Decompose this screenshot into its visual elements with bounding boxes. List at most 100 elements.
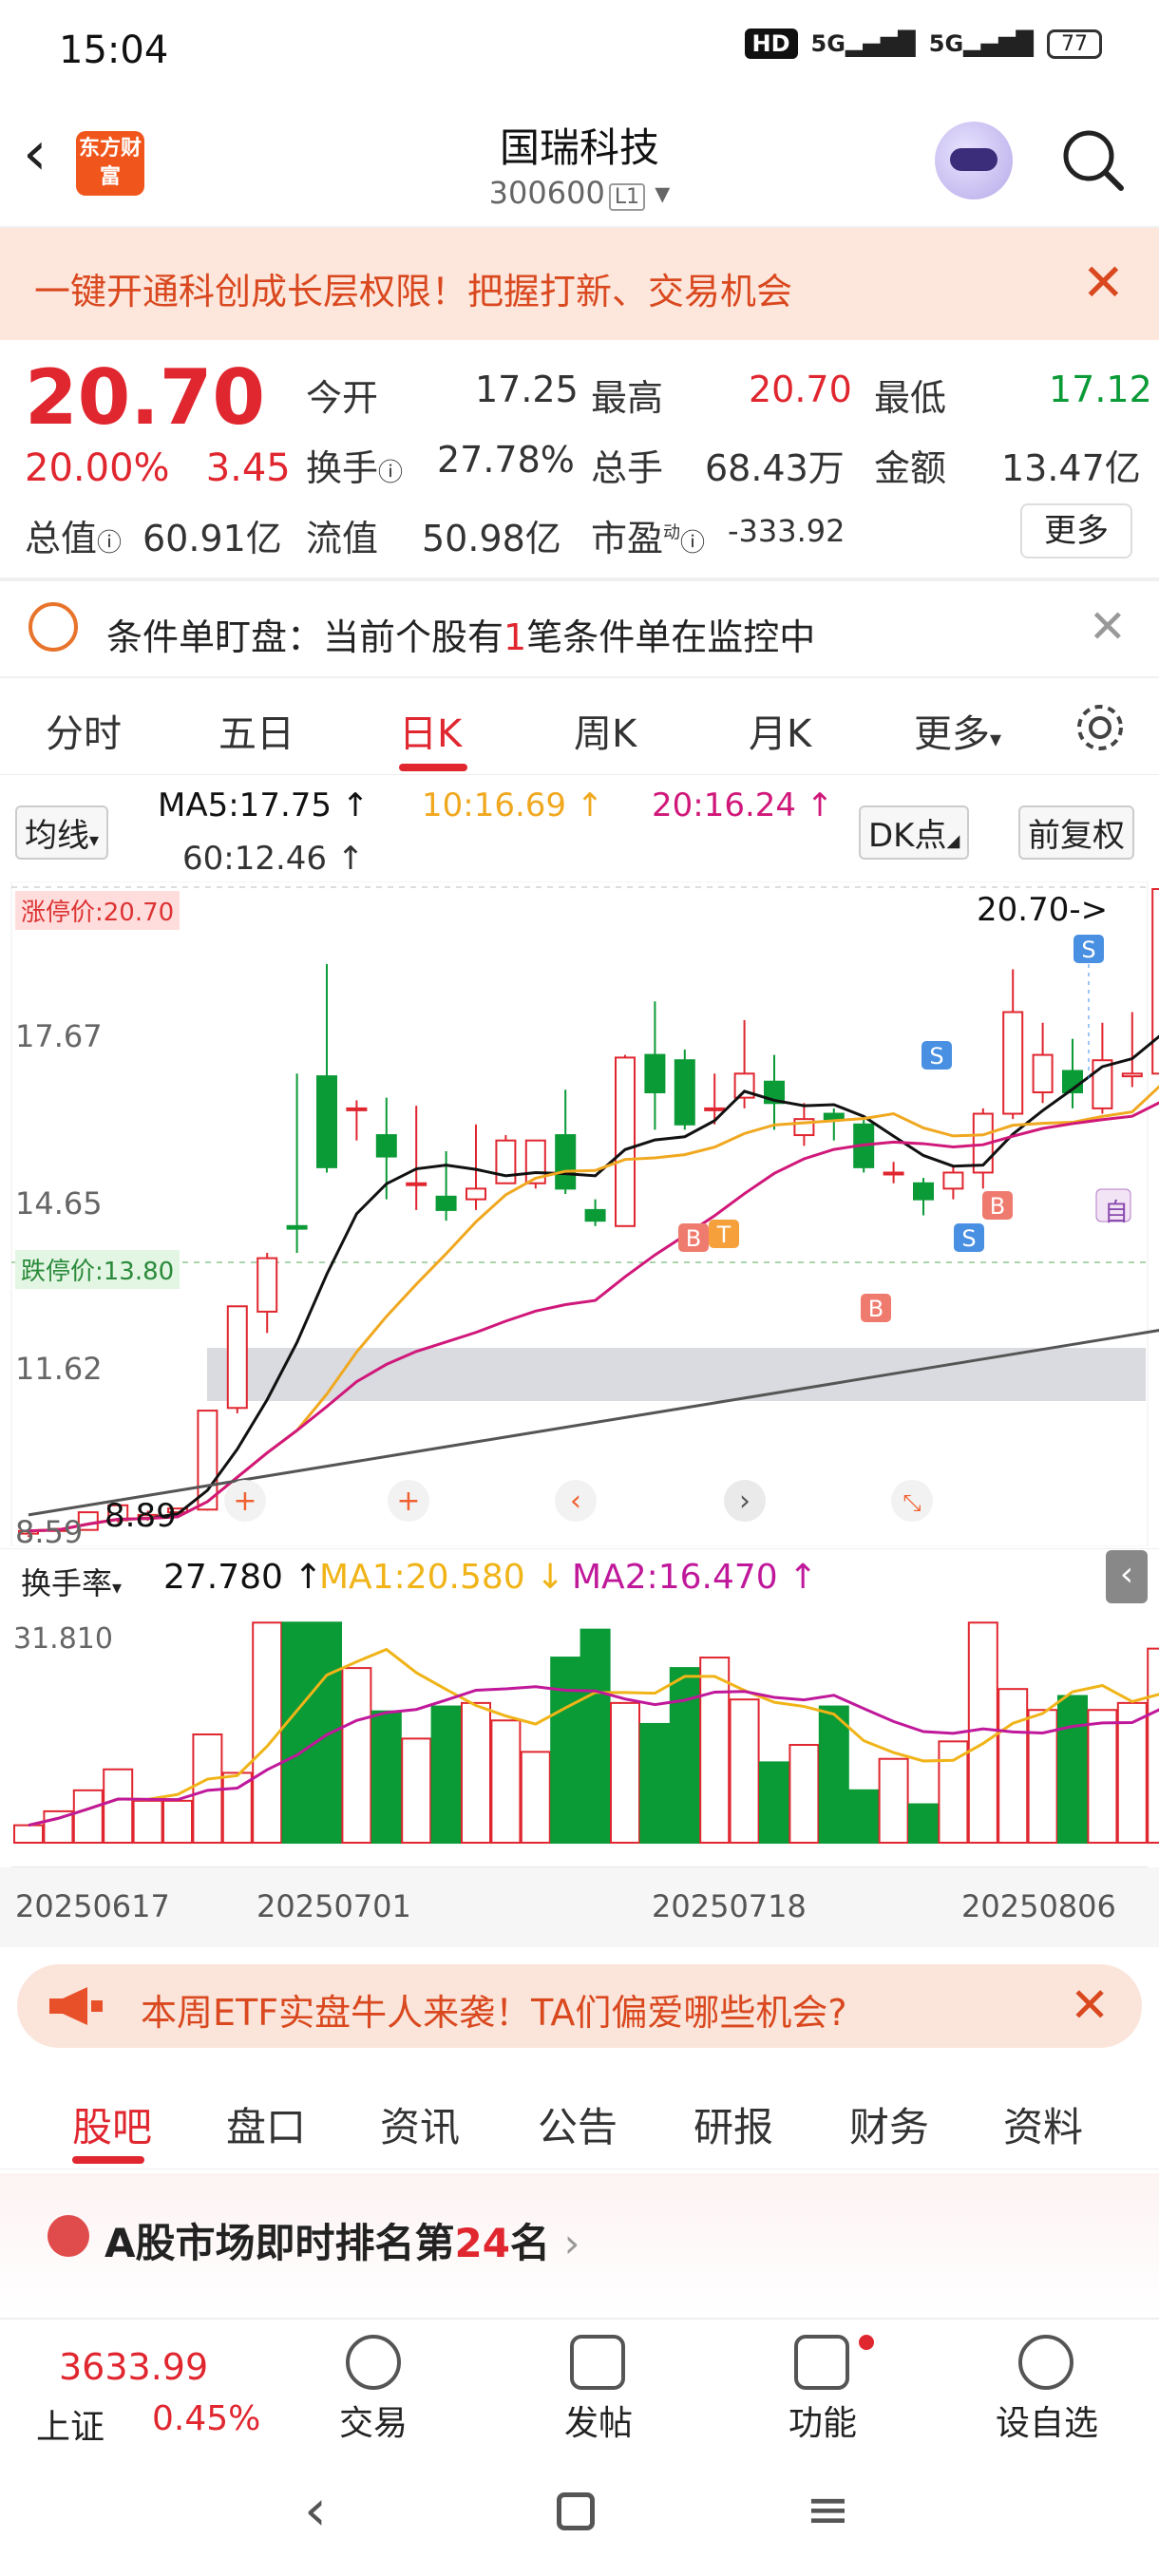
turnover-bar — [13, 1824, 44, 1845]
function-button[interactable]: 功能 — [747, 2396, 899, 2445]
condition-monitor[interactable]: 条件单盯盘：当前个股有1笔条件单在监控中 ✕ — [0, 581, 1159, 676]
candle-body — [316, 1075, 337, 1168]
tab-intraday[interactable]: 分时 — [46, 703, 122, 758]
add-watchlist-button[interactable]: 设自选 — [971, 2396, 1123, 2445]
pe-label: 市盈动ⓘ — [591, 518, 706, 559]
close-icon[interactable]: ✕ — [1070, 1978, 1110, 2033]
candle-body — [406, 1182, 428, 1186]
last-price-marker: 20.70-> — [977, 891, 1109, 929]
candle-body — [555, 1134, 577, 1190]
turnover-bar — [312, 1621, 342, 1845]
float-label: 流值 — [306, 518, 379, 559]
collapse-icon[interactable]: ‹ — [1106, 1550, 1148, 1603]
y-tick-2: 14.65 — [15, 1185, 103, 1222]
tab-more[interactable]: 更多▾ — [914, 703, 1001, 758]
more-button[interactable]: 更多 — [1020, 503, 1132, 559]
ma-select[interactable]: 均线▾ — [15, 805, 109, 860]
tab-announcements[interactable]: 公告 — [538, 2095, 618, 2153]
svg-text:B: B — [868, 1296, 884, 1322]
tab-research[interactable]: 研报 — [694, 2095, 773, 2153]
gear-icon[interactable] — [1074, 701, 1127, 754]
turnover-bar — [938, 1740, 969, 1845]
amount-label: 金额 — [874, 447, 947, 489]
turnover-chart[interactable] — [0, 1605, 1159, 1867]
active-tab-indicator — [399, 764, 467, 771]
amount-value: 13.47亿 — [1001, 447, 1141, 489]
trade-button[interactable]: 交易 — [297, 2396, 449, 2445]
system-nav-bar: ‹ ≡ — [0, 2451, 1159, 2576]
date-tick: 20250617 — [15, 1888, 170, 1924]
turnover-bar — [669, 1667, 700, 1844]
turnover-bar — [162, 1799, 193, 1844]
candle-body — [435, 1195, 457, 1211]
turnover-bar — [520, 1751, 551, 1844]
mcap-value: 60.91亿 — [142, 518, 282, 559]
turnover-bar — [998, 1688, 1029, 1845]
turnover-bar — [639, 1722, 671, 1844]
dk-select[interactable]: DK点◢ — [859, 805, 970, 860]
nav-home-icon[interactable] — [557, 2492, 595, 2530]
candle-body — [1121, 1072, 1143, 1078]
index-change: 0.45% — [152, 2399, 261, 2438]
candlestick-chart[interactable]: S S S B T B B + + ‹ › ⤡ — [0, 881, 1159, 1546]
candle-body — [584, 1208, 606, 1222]
edit-icon[interactable] — [570, 2335, 625, 2390]
tab-finance[interactable]: 财务 — [849, 2095, 929, 2153]
nav-back-icon[interactable]: ‹ — [304, 2477, 327, 2544]
turnover-bar — [1147, 1647, 1159, 1844]
volume-value: 68.43万 — [705, 447, 845, 489]
rank-text: A股市场即时排名第24名 › — [104, 2220, 580, 2266]
price-change: 20.00% 3.45 — [25, 446, 291, 490]
post-button[interactable]: 发帖 — [522, 2396, 674, 2445]
high-label: 最高 — [591, 377, 664, 419]
index-value[interactable]: 3633.99 — [59, 2346, 208, 2388]
turnover-bar — [848, 1789, 880, 1845]
more-dots-icon[interactable] — [1018, 2335, 1074, 2390]
candle-body — [256, 1257, 278, 1313]
tab-profile[interactable]: 资料 — [1003, 2095, 1083, 2153]
volume-select[interactable]: 换手率▾ — [13, 1558, 130, 1605]
info-icon: ⓘ — [97, 529, 123, 558]
low-price-marker: 8.89 — [104, 1497, 177, 1535]
search-icon[interactable] — [1060, 127, 1125, 192]
low-label: 最低 — [874, 377, 947, 419]
chart-frame — [10, 881, 1149, 1546]
candle-body — [226, 1305, 248, 1410]
yen-icon[interactable] — [346, 2335, 401, 2390]
tab-daily-k[interactable]: 日K — [399, 703, 462, 758]
tab-news[interactable]: 资讯 — [380, 2095, 460, 2153]
market-rank[interactable]: A股市场即时排名第24名 › — [0, 2173, 1159, 2316]
tab-guba[interactable]: 股吧 — [72, 2095, 152, 2153]
apps-icon[interactable] — [794, 2335, 849, 2390]
etf-ad-banner[interactable]: 本周ETF实盘牛人来袭！TA们偏爱哪些机会? ✕ — [17, 1964, 1142, 2048]
notification-dot — [859, 2335, 874, 2350]
nav-menu-icon[interactable]: ≡ — [806, 2479, 850, 2541]
limit-up-label: 涨停价:20.70 — [15, 891, 180, 930]
adjust-select[interactable]: 前复权 — [1018, 805, 1134, 860]
turnover-rate: 27.780 ↑ — [163, 1558, 323, 1597]
svg-text:+: + — [396, 1485, 420, 1518]
candle-body — [286, 1224, 308, 1230]
stock-code: 300600 — [488, 175, 605, 211]
tab-five-day[interactable]: 五日 — [218, 703, 294, 758]
info-icon: ⓘ — [378, 459, 404, 487]
svg-text:S: S — [961, 1225, 976, 1252]
pe-value: -333.92 — [728, 513, 846, 549]
close-icon[interactable]: ✕ — [1089, 600, 1127, 653]
candle-body — [1032, 1053, 1054, 1094]
turnover-bar — [878, 1757, 909, 1844]
turnover-bar — [729, 1698, 760, 1844]
current-price: 20.70 — [25, 353, 266, 442]
date-tick: 20250701 — [256, 1888, 411, 1924]
tab-monthly-k[interactable]: 月K — [749, 703, 811, 758]
turnover-bar — [908, 1803, 939, 1845]
svg-text:B: B — [990, 1193, 1005, 1220]
bottom-bar: 3633.99 上证 0.45% 交易 发帖 功能 设自选 — [0, 2318, 1159, 2451]
tab-pankou[interactable]: 盘口 — [226, 2095, 306, 2153]
close-icon[interactable]: ✕ — [1082, 253, 1125, 313]
promo-banner[interactable]: 一键开通科创成长层权限！把握打新、交易机会 ✕ — [0, 228, 1159, 340]
tab-weekly-k[interactable]: 周K — [574, 703, 636, 758]
banner-text: 一键开通科创成长层权限！把握打新、交易机会 — [34, 271, 793, 313]
turnover-bar — [1087, 1709, 1118, 1844]
assistant-avatar[interactable] — [935, 122, 1013, 199]
